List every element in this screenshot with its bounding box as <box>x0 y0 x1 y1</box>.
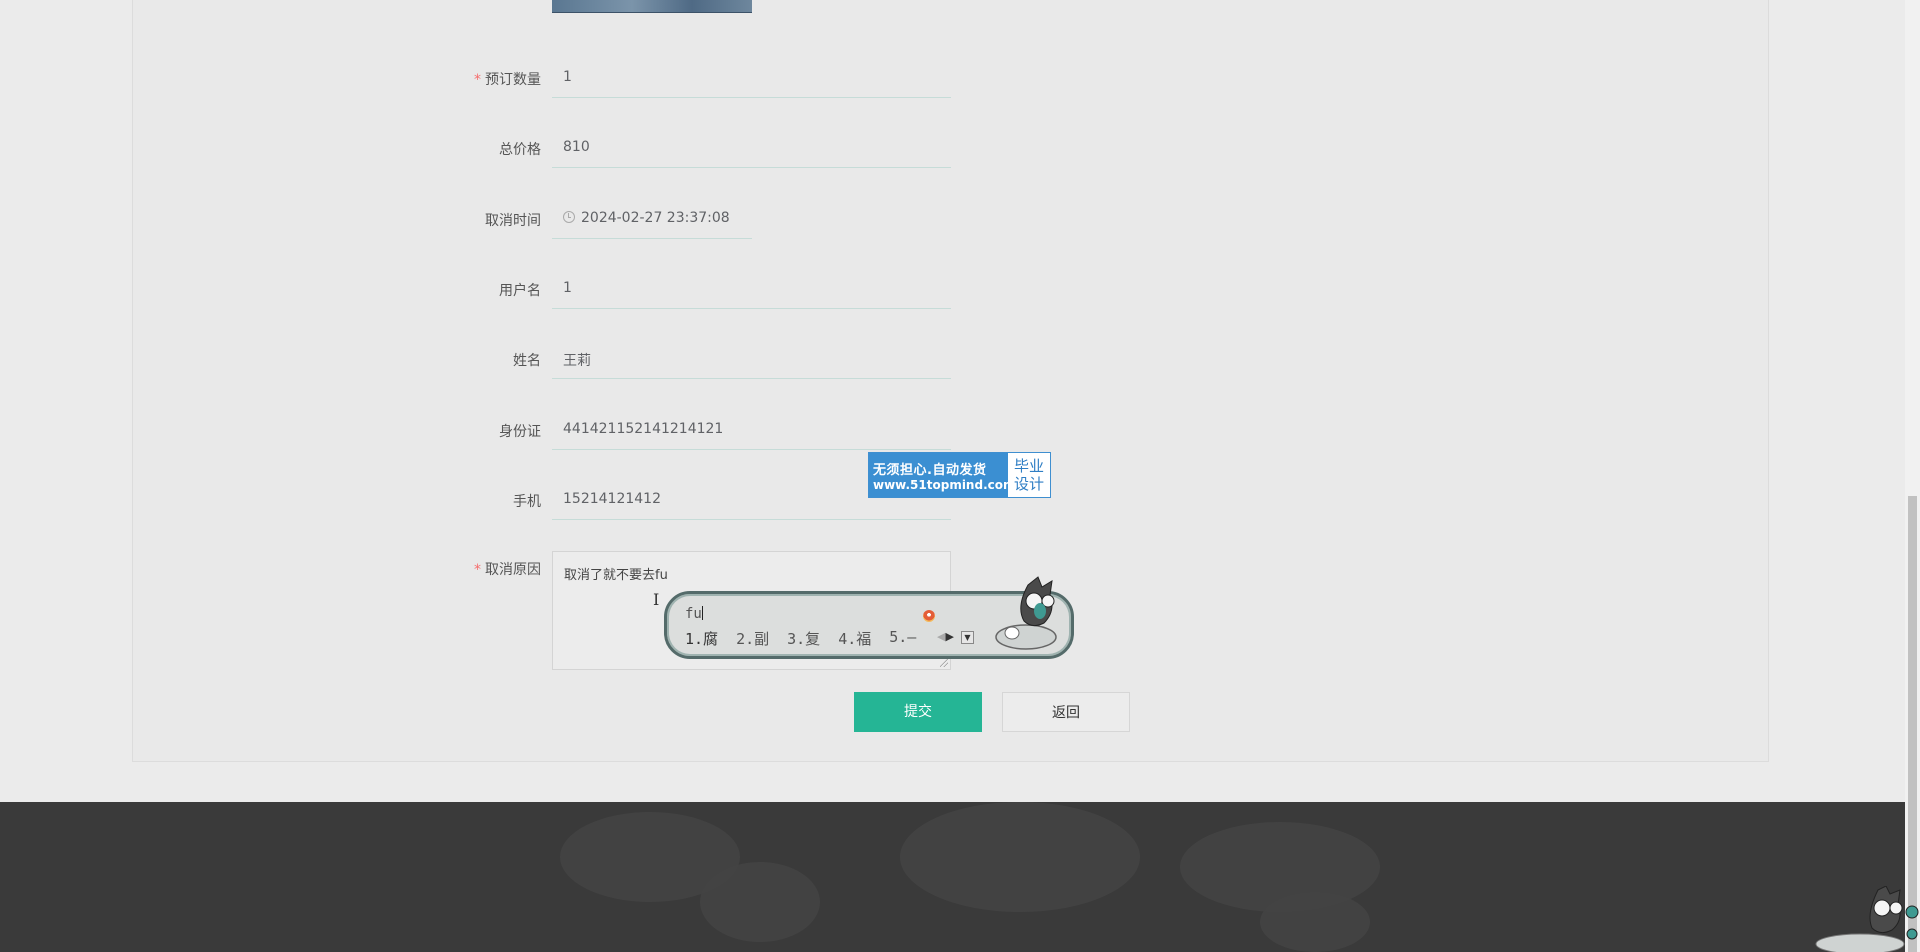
total-price-label: 总价格 <box>499 142 541 158</box>
ad-url: www.51topmind.com <box>873 477 1016 492</box>
cancel-time-value: 2024-02-27 23:37:08 <box>581 210 730 226</box>
name-label: 姓名 <box>513 353 541 369</box>
name-field[interactable]: 王莉 <box>552 339 951 379</box>
ad-right-panel: 毕业 设计 <box>1008 453 1050 497</box>
ad-right-line1: 毕业 <box>1013 457 1044 475</box>
id-card-field[interactable]: 441421152141214121 <box>552 410 951 450</box>
form-row-cancel-reason: * 取消原因 <box>0 551 1920 591</box>
scrollbar-thumb[interactable] <box>1908 496 1917 952</box>
quantity-label: * 预订数量 <box>474 72 541 88</box>
vertical-scrollbar[interactable] <box>1905 0 1920 952</box>
back-button[interactable]: 返回 <box>1002 692 1130 732</box>
ad-slogan: 无须担心.自动发货 <box>873 462 987 478</box>
cancel-time-label: 取消时间 <box>485 213 541 229</box>
ad-banner[interactable]: 无须担心.自动发货 www.51topmind.com 毕业 设计 <box>868 452 1051 498</box>
footer <box>0 802 1905 952</box>
item-photo <box>552 0 752 13</box>
corner-mascot-icon[interactable] <box>1808 886 1920 952</box>
form-row-total-price: 总价格 810 <box>0 128 1920 168</box>
ime-nav-arrows-icon[interactable]: ◀▶ <box>937 630 954 643</box>
username-field[interactable]: 1 <box>552 269 951 309</box>
ime-candidates: 1.腐 2.副 3.复 4.福 5.– <box>685 628 916 649</box>
submit-button[interactable]: 提交 <box>854 692 982 732</box>
phone-label: 手机 <box>513 494 541 510</box>
form-row-quantity: * 预订数量 1 <box>0 58 1920 98</box>
username-label: 用户名 <box>499 283 541 299</box>
cancel-reason-label: * 取消原因 <box>474 562 541 578</box>
ime-candidate-3[interactable]: 3.复 <box>787 628 820 649</box>
ime-dropdown-icon[interactable]: ▼ <box>961 631 974 644</box>
required-mark: * <box>474 72 481 88</box>
form-row-name: 姓名 王莉 <box>0 339 1920 379</box>
form-row-id-card: 身份证 441421152141214121 <box>0 410 1920 450</box>
ime-candidate-4[interactable]: 4.福 <box>838 628 871 649</box>
quantity-field[interactable]: 1 <box>552 58 951 98</box>
world-map-shape <box>900 802 1140 912</box>
ime-logo-icon <box>923 610 935 622</box>
cancel-time-field[interactable]: 2024-02-27 23:37:08 <box>552 199 752 239</box>
ad-left-panel: 无须担心.自动发货 www.51topmind.com <box>869 453 1016 497</box>
form-row-cancel-time: 取消时间 2024-02-27 23:37:08 <box>0 199 1920 239</box>
cancel-reason-text: 取消了就不要去fu <box>564 568 668 583</box>
ime-candidate-1[interactable]: 1.腐 <box>685 628 718 649</box>
resize-grip-icon[interactable] <box>940 659 948 667</box>
id-card-label: 身份证 <box>499 424 541 440</box>
required-mark: * <box>474 562 481 578</box>
text-cursor-icon: Ⅰ <box>653 590 660 609</box>
ime-mascot-icon <box>995 576 1057 650</box>
ime-pinyin: fu <box>685 606 703 622</box>
ime-candidate-5[interactable]: 5.– <box>889 628 916 649</box>
clock-icon <box>563 211 575 223</box>
total-price-field[interactable]: 810 <box>552 128 951 168</box>
world-map-shape <box>1260 892 1370 952</box>
world-map-shape <box>700 862 820 942</box>
ad-right-line2: 设计 <box>1013 475 1044 493</box>
page: * 预订数量 1 总价格 810 取消时间 2024-02-27 23:37:08… <box>0 0 1920 952</box>
ime-candidate-2[interactable]: 2.副 <box>736 628 769 649</box>
form-row-username: 用户名 1 <box>0 269 1920 309</box>
